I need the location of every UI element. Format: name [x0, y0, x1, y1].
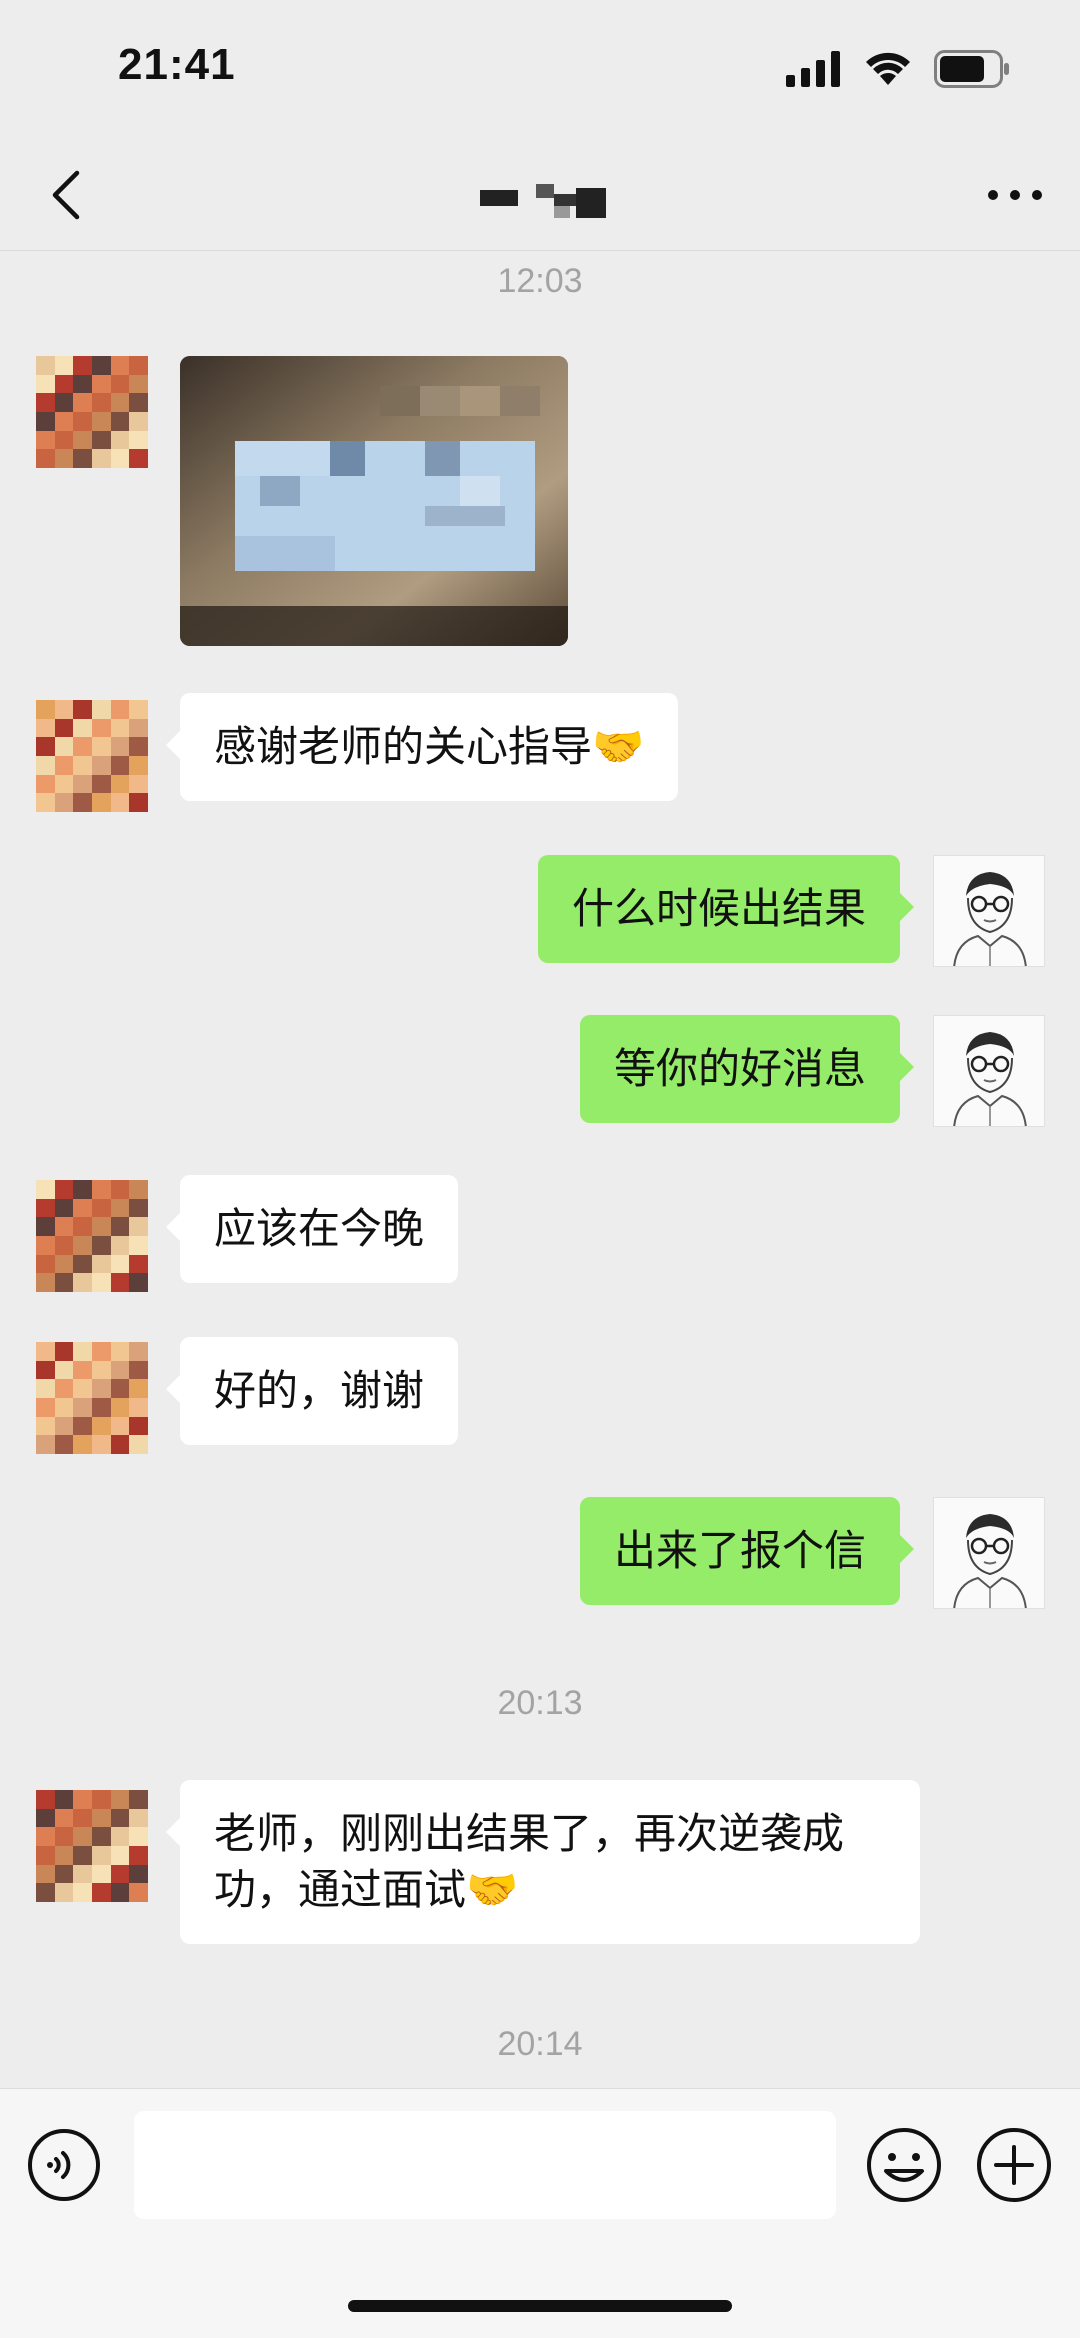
image-message[interactable]: [180, 356, 568, 646]
outgoing-message[interactable]: 出来了报个信: [579, 1497, 915, 1605]
incoming-message[interactable]: 感谢老师的关心指导🤝: [165, 693, 679, 801]
timestamp: 20:14: [497, 2025, 583, 2063]
chevron-left-icon: [52, 170, 80, 220]
voice-button[interactable]: [26, 2127, 102, 2203]
incoming-message[interactable]: 老师，刚刚出结果了，再次逆袭成功，通过面试🤝: [166, 1780, 920, 1944]
plus-circle-icon: [977, 2128, 1051, 2202]
wifi-icon: [866, 52, 910, 85]
outgoing-message[interactable]: 什么时候出结果: [537, 855, 915, 963]
timestamp: 20:13: [497, 1684, 583, 1722]
back-button[interactable]: [36, 160, 96, 230]
contact-avatar[interactable]: [36, 1180, 148, 1292]
more-options-button[interactable]: [980, 160, 1050, 230]
my-avatar[interactable]: [933, 1015, 1045, 1127]
outgoing-message[interactable]: 等你的好消息: [579, 1015, 915, 1123]
message-input[interactable]: [134, 2111, 836, 2219]
more-functions-button[interactable]: [974, 2125, 1054, 2205]
signal-icon: [786, 51, 840, 87]
contact-avatar[interactable]: [36, 1342, 148, 1454]
timestamp: 12:03: [497, 262, 583, 300]
home-indicator[interactable]: [348, 2300, 732, 2312]
my-avatar[interactable]: [933, 1497, 1045, 1609]
contact-avatar[interactable]: [36, 356, 148, 468]
voice-icon: [28, 2129, 100, 2201]
incoming-message[interactable]: 应该在今晚: [165, 1175, 459, 1283]
my-avatar[interactable]: [933, 855, 1045, 967]
contact-avatar[interactable]: [36, 1790, 148, 1902]
incoming-message[interactable]: 好的，谢谢: [165, 1337, 459, 1445]
battery-icon: [934, 50, 1009, 88]
photo-thumbnail: [180, 356, 568, 646]
status-bar: 21:41: [0, 0, 1080, 140]
contact-avatar[interactable]: [36, 700, 148, 812]
status-time: 21:41: [118, 40, 236, 89]
chat-title-redacted: [480, 182, 610, 222]
chat-header: [0, 140, 1080, 251]
status-icons: [786, 50, 1010, 88]
emoji-button[interactable]: [864, 2125, 944, 2205]
more-dots-icon: [988, 190, 1042, 200]
emoji-icon: [867, 2128, 941, 2202]
